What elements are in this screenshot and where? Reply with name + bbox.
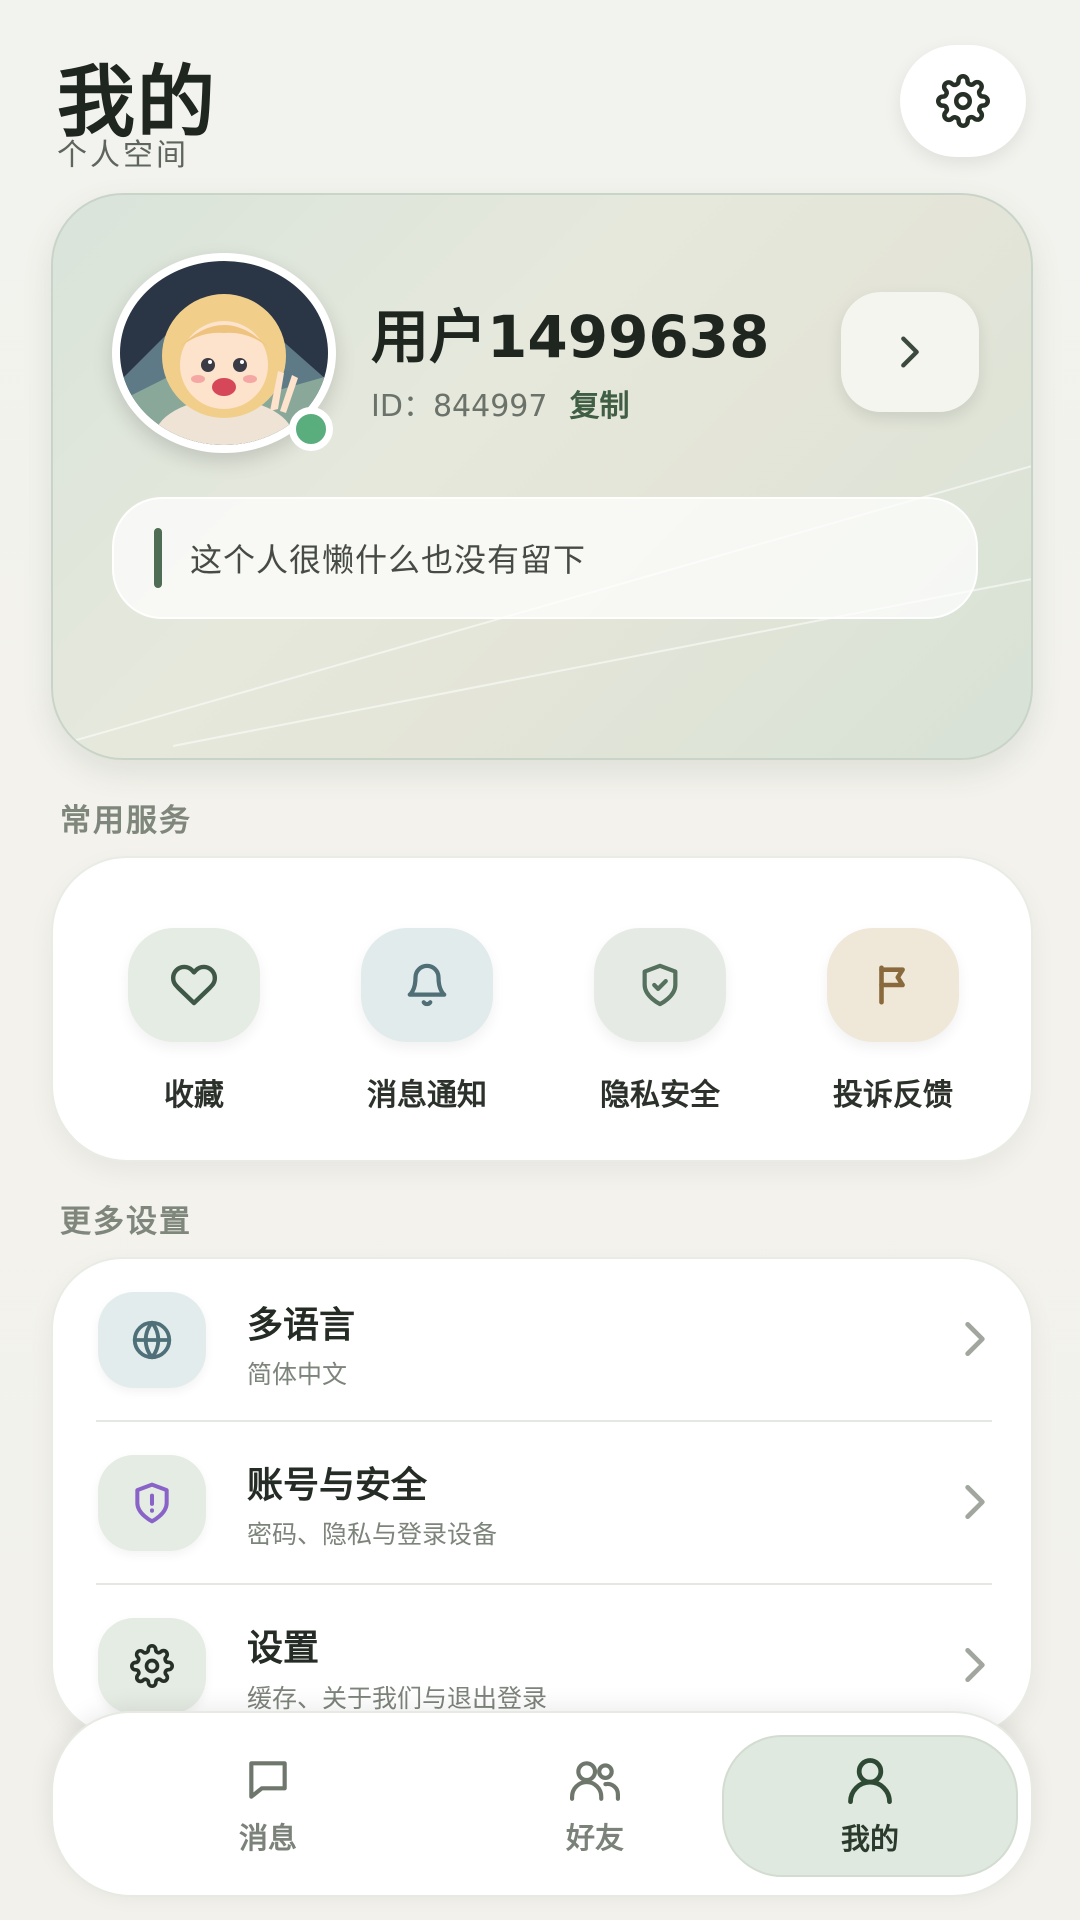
nav-tab-me[interactable]: 我的 (745, 1713, 995, 1899)
list-icon-bg (98, 1292, 206, 1388)
services-section-title: 常用服务 (60, 803, 192, 839)
profile-card: 用户1499638 ID：844997 复制 这个人很懒什么也没有留下 (51, 193, 1033, 760)
list-item-language[interactable]: 多语言 简体中文 (53, 1259, 1031, 1421)
list-item-title: 设置 (247, 1628, 320, 1669)
nav-label: 消息 (238, 1821, 297, 1855)
bio-box[interactable]: 这个人很懒什么也没有留下 (112, 497, 978, 619)
user-id-row: ID：844997 复制 (371, 381, 629, 425)
online-status-dot (289, 407, 333, 451)
friends-icon (569, 1761, 620, 1801)
service-notifications[interactable]: 消息通知 (347, 928, 507, 1114)
list-item-subtitle: 缓存、关于我们与退出登录 (247, 1684, 548, 1713)
gear-icon (936, 74, 990, 128)
list-item-account-security[interactable]: 账号与安全 密码、隐私与登录设备 (53, 1422, 1031, 1584)
settings-list-card: 多语言 简体中文 账号与安全 密码、隐私与登录设备 设置 缓存、关于我们与退出登… (51, 1257, 1033, 1737)
bio-text: 这个人很懒什么也没有留下 (190, 541, 587, 579)
bio-accent-bar (154, 528, 162, 588)
service-favorites[interactable]: 收藏 (114, 928, 274, 1114)
copy-id-button[interactable]: 复制 (569, 381, 629, 425)
list-item-title: 多语言 (247, 1305, 356, 1346)
list-item-subtitle: 密码、隐私与登录设备 (247, 1520, 498, 1549)
nav-label: 我的 (840, 1822, 899, 1856)
heart-icon (170, 964, 217, 1006)
service-label: 收藏 (164, 1078, 224, 1113)
service-icon-bg (361, 928, 493, 1042)
service-icon-bg (827, 928, 959, 1042)
chevron-right-icon (901, 336, 919, 368)
service-label: 隐私安全 (600, 1078, 720, 1113)
shield-alert-icon (135, 1482, 169, 1524)
list-item-title: 账号与安全 (247, 1465, 428, 1506)
globe-icon (132, 1320, 172, 1360)
service-icon-bg (128, 928, 260, 1042)
services-card: 收藏 消息通知 隐私安全 投诉反馈 (51, 856, 1033, 1162)
gear-icon (130, 1644, 174, 1688)
service-icon-bg (594, 928, 726, 1042)
user-icon (848, 1758, 892, 1805)
service-privacy[interactable]: 隐私安全 (580, 928, 740, 1114)
nav-tab-friends[interactable]: 好友 (470, 1713, 720, 1899)
service-label: 投诉反馈 (833, 1078, 953, 1113)
service-label: 消息通知 (367, 1078, 487, 1113)
username: 用户1499638 (371, 303, 770, 371)
nav-label: 好友 (565, 1821, 624, 1855)
service-feedback[interactable]: 投诉反馈 (813, 928, 973, 1114)
shield-check-icon (642, 963, 678, 1007)
chevron-right-icon (965, 1321, 985, 1357)
chevron-right-icon (965, 1647, 985, 1683)
bell-icon (407, 963, 447, 1007)
list-item-subtitle: 简体中文 (247, 1360, 348, 1389)
list-icon-bg (98, 1455, 206, 1551)
nav-tab-messages[interactable]: 消息 (143, 1713, 393, 1899)
user-id: ID：844997 (371, 389, 548, 424)
list-icon-bg (98, 1618, 206, 1714)
chat-icon (249, 1761, 287, 1799)
flag-icon (879, 965, 905, 1005)
profile-detail-button[interactable] (841, 292, 979, 412)
page-subtitle: 个人空间 (57, 138, 189, 173)
settings-button[interactable] (900, 45, 1026, 157)
bottom-nav: 消息 好友 我的 (51, 1711, 1033, 1897)
chevron-right-icon (965, 1484, 985, 1520)
more-settings-section-title: 更多设置 (60, 1204, 192, 1240)
